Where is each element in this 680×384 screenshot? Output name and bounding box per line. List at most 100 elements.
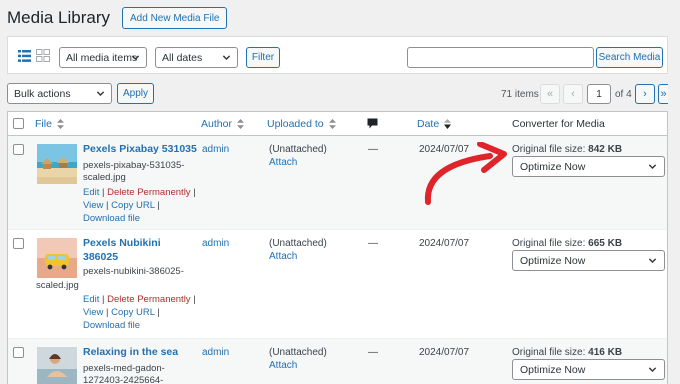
sort-arrows-icon [328,119,336,129]
original-file-size: Original file size: 416 KB [512,347,622,358]
file-title[interactable]: Pexels Nubikini 386025 [83,236,161,264]
size-value: 665 KB [588,238,623,249]
size-label: Original file size: [512,144,586,155]
current-page-input[interactable]: 1 [587,84,611,104]
author-link[interactable]: admin [202,347,229,358]
thumbnail-relaxing-sea[interactable] [37,347,77,384]
column-uploaded-to[interactable]: Uploaded to [267,118,336,130]
last-page-button[interactable]: » [658,84,668,104]
separator: | [154,200,160,211]
media-type-value: All media items [66,51,138,64]
chevron-down-icon [648,367,657,372]
author-link[interactable]: admin [202,238,229,249]
column-date-label: Date [417,118,440,130]
column-file[interactable]: File [35,118,64,130]
attach-link[interactable]: Attach [269,157,297,168]
attach-link[interactable]: Attach [269,251,297,262]
separator: | [99,187,108,198]
size-label: Original file size: [512,347,586,358]
table-header: File Author Uploaded to Date Converter f… [8,112,667,136]
table-row: Relaxing in the sea pexels-med-gadon- 12… [8,339,667,384]
delete-permanently-link[interactable]: Delete Permanently [107,294,190,305]
list-view-icon[interactable] [18,50,31,62]
bulk-actions-select[interactable]: Bulk actions [7,83,112,104]
total-pages: of 4 [615,89,632,100]
chevron-down-icon [131,55,140,60]
thumbnail-yellow-van[interactable] [37,238,77,278]
apply-button[interactable]: Apply [117,83,154,104]
delete-permanently-link[interactable]: Delete Permanently [107,187,190,198]
column-author[interactable]: Author [201,118,244,130]
copy-url-link[interactable]: Copy URL [111,200,154,211]
upload-date: 2024/07/07 [419,238,470,249]
size-label: Original file size: [512,238,586,249]
column-converter: Converter for Media [512,118,605,130]
optimize-value: Optimize Now [520,254,586,267]
media-type-select[interactable]: All media items [59,47,147,68]
sort-desc-icon [444,119,452,129]
row-actions: Edit | Delete Permanently | View | Copy … [83,186,196,225]
table-navigation: Bulk actions Apply 71 items « ‹ 1 of 4 ›… [7,83,668,105]
download-file-link[interactable]: Download file [83,213,140,224]
prev-page-button[interactable]: ‹ [563,84,583,104]
first-page-button[interactable]: « [540,84,560,104]
column-author-label: Author [201,118,232,130]
view-link[interactable]: View [83,200,103,211]
search-media-button[interactable]: Search Media [596,47,663,68]
download-file-link[interactable]: Download file [83,320,140,331]
separator: | [190,294,196,305]
file-name: pexels-nubikini-386025- [83,266,184,277]
grid-view-icon[interactable] [36,49,50,62]
copy-url-link[interactable]: Copy URL [111,307,154,318]
bulk-actions-value: Bulk actions [14,87,71,100]
select-all-checkbox[interactable] [13,118,24,129]
file-name-cont: 1272403-2425664- [83,375,164,384]
add-new-media-button[interactable]: Add New Media File [122,7,228,29]
annotation-arrow-icon [424,142,507,205]
sort-arrows-icon [236,119,244,129]
optimize-select[interactable]: Optimize Now [512,359,665,380]
edit-link[interactable]: Edit [83,294,99,305]
chevron-down-icon [96,91,105,96]
column-uploaded-to-label: Uploaded to [267,118,324,130]
author-link[interactable]: admin [202,144,229,155]
thumbnail-beach-huts[interactable] [37,144,77,184]
file-title[interactable]: Relaxing in the sea [83,345,178,359]
attach-link[interactable]: Attach [269,360,297,371]
media-filter-bar: All media items All dates Filter Search … [7,36,668,74]
file-title-line: Pexels Nubikini [83,237,161,249]
table-row: Pexels Pixabay 531035 pexels-pixabay-531… [8,136,667,230]
uploaded-to-status: (Unattached) [269,144,327,155]
row-actions: Edit | Delete Permanently | View | Copy … [83,293,196,332]
file-title[interactable]: Pexels Pixabay 531035 [83,142,197,156]
comment-bubble-icon[interactable] [367,118,378,129]
separator: | [190,187,196,198]
size-value: 416 KB [588,347,623,358]
comment-count: — [368,238,378,249]
column-date[interactable]: Date [417,118,452,130]
row-checkbox[interactable] [13,347,24,358]
file-title-line: 386025 [83,251,119,263]
edit-link[interactable]: Edit [83,187,99,198]
search-input[interactable] [407,47,594,68]
separator: | [154,307,160,318]
comment-count: — [368,347,378,358]
comment-count: — [368,144,378,155]
row-checkbox[interactable] [13,144,24,155]
optimize-select[interactable]: Optimize Now [512,156,665,177]
items-count: 71 items [501,89,539,100]
view-link[interactable]: View [83,307,103,318]
date-filter-select[interactable]: All dates [155,47,238,68]
separator: | [99,294,108,305]
original-file-size: Original file size: 665 KB [512,238,622,249]
table-row: Pexels Nubikini 386025 pexels-nubikini-3… [8,230,667,339]
uploaded-to-status: (Unattached) [269,347,327,358]
sort-arrows-icon [56,119,64,129]
filter-button[interactable]: Filter [246,47,280,68]
file-name-cont: scaled.jpg [83,172,126,183]
file-name: pexels-med-gadon- [83,363,165,374]
optimize-select[interactable]: Optimize Now [512,250,665,271]
file-name: pexels-pixabay-531035- [83,160,185,171]
row-checkbox[interactable] [13,238,24,249]
next-page-button[interactable]: › [635,84,655,104]
